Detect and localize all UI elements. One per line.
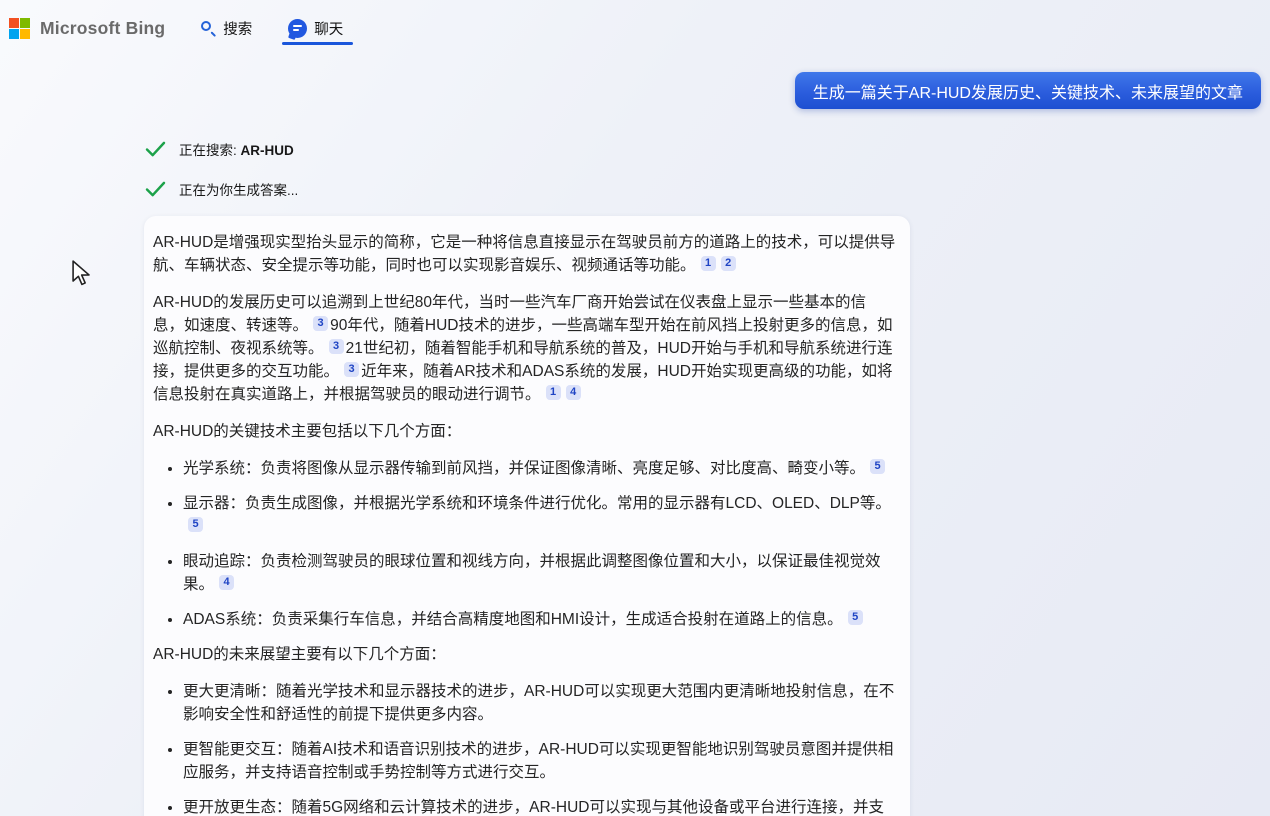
brand-label: Microsoft Bing — [40, 18, 165, 39]
mouse-cursor — [70, 260, 92, 286]
citation-badge[interactable]: 4 — [566, 385, 581, 400]
answer-list: 光学系统：负责将图像从显示器传输到前风挡，并保证图像清晰、亮度足够、对比度高、畸… — [153, 457, 896, 631]
citation-badge[interactable]: 3 — [329, 339, 344, 354]
status-text: 正在搜索: AR-HUD — [179, 139, 294, 159]
citation-badge[interactable]: 4 — [219, 575, 234, 590]
status-text: 正在为你生成答案... — [179, 179, 298, 199]
answer-paragraph: AR-HUD的发展历史可以追溯到上世纪80年代，当时一些汽车厂商开始尝试在仪表盘… — [153, 291, 896, 406]
answer-list-item: 光学系统：负责将图像从显示器传输到前风挡，并保证图像清晰、亮度足够、对比度高、畸… — [183, 457, 896, 480]
search-icon — [201, 21, 216, 36]
answer-list-item: 更智能更交互：随着AI技术和语音识别技术的进步，AR-HUD可以实现更智能地识别… — [183, 738, 896, 784]
citation-badge[interactable]: 5 — [188, 517, 203, 532]
status-generating: 正在为你生成答案... — [145, 179, 298, 199]
tab-chat-label: 聊天 — [314, 18, 343, 39]
citation-badge[interactable]: 5 — [870, 459, 885, 474]
answer-text: 眼动追踪：负责检测驾驶员的眼球位置和视线方向，并根据此调整图像位置和大小，以保证… — [183, 553, 881, 593]
answer-text: AR-HUD是增强现实型抬头显示的简称，它是一种将信息直接显示在驾驶员前方的道路… — [153, 234, 895, 274]
answer-list-item: 更开放更生态：随着5G网络和云计算技术的进步，AR-HUD可以实现与其他设备或平… — [183, 796, 896, 816]
check-icon — [145, 141, 166, 158]
answer-text: 更大更清晰：随着光学技术和显示器技术的进步，AR-HUD可以实现更大范围内更清晰… — [183, 683, 894, 723]
answer-list: 更大更清晰：随着光学技术和显示器技术的进步，AR-HUD可以实现更大范围内更清晰… — [153, 680, 896, 816]
answer-text: AR-HUD的关键技术主要包括以下几个方面： — [153, 423, 461, 440]
tab-chat[interactable]: 聊天 — [284, 0, 347, 56]
answer-list-item: 更大更清晰：随着光学技术和显示器技术的进步，AR-HUD可以实现更大范围内更清晰… — [183, 680, 896, 726]
citation-badge[interactable]: 2 — [721, 256, 736, 271]
tab-bar: 搜索 聊天 — [197, 0, 347, 56]
citation-badge[interactable]: 1 — [546, 385, 561, 400]
chat-bubble-icon — [288, 19, 307, 38]
tab-search[interactable]: 搜索 — [197, 0, 256, 56]
user-message-bubble: 生成一篇关于AR-HUD发展历史、关键技术、未来展望的文章 — [795, 72, 1261, 109]
answer-paragraph: AR-HUD是增强现实型抬头显示的简称，它是一种将信息直接显示在驾驶员前方的道路… — [153, 231, 896, 277]
answer-text: 显示器：负责生成图像，并根据光学系统和环境条件进行优化。常用的显示器有LCD、O… — [183, 495, 891, 512]
bing-logo[interactable]: Microsoft Bing — [9, 18, 165, 39]
citation-badge[interactable]: 1 — [701, 256, 716, 271]
top-bar: Microsoft Bing 搜索 聊天 — [0, 0, 1270, 56]
answer-text: AR-HUD的未来展望主要有以下几个方面： — [153, 646, 446, 663]
status-searching: 正在搜索: AR-HUD — [145, 139, 294, 159]
check-icon — [145, 181, 166, 198]
microsoft-logo-icon — [9, 18, 30, 39]
answer-paragraph: AR-HUD的关键技术主要包括以下几个方面： — [153, 420, 896, 443]
citation-badge[interactable]: 3 — [313, 316, 328, 331]
citation-badge[interactable]: 5 — [848, 610, 863, 625]
answer-text: ADAS系统：负责采集行车信息，并结合高精度地图和HMI设计，生成适合投射在道路… — [183, 611, 843, 628]
answer-list-item: 眼动追踪：负责检测驾驶员的眼球位置和视线方向，并根据此调整图像位置和大小，以保证… — [183, 550, 896, 596]
tab-search-label: 搜索 — [223, 18, 252, 39]
answer-text: 光学系统：负责将图像从显示器传输到前风挡，并保证图像清晰、亮度足够、对比度高、畸… — [183, 460, 865, 477]
answer-card: AR-HUD是增强现实型抬头显示的简称，它是一种将信息直接显示在驾驶员前方的道路… — [144, 216, 910, 816]
active-tab-underline — [282, 42, 353, 46]
bing-chat-page: { "header": { "brand": "Microsoft Bing",… — [0, 0, 1270, 816]
user-message-text: 生成一篇关于AR-HUD发展历史、关键技术、未来展望的文章 — [813, 79, 1243, 103]
answer-paragraph: AR-HUD的未来展望主要有以下几个方面： — [153, 643, 896, 666]
answer-text: 更开放更生态：随着5G网络和云计算技术的进步，AR-HUD可以实现与其他设备或平… — [183, 799, 884, 816]
citation-badge[interactable]: 3 — [344, 362, 359, 377]
answer-list-item: 显示器：负责生成图像，并根据光学系统和环境条件进行优化。常用的显示器有LCD、O… — [183, 492, 896, 538]
answer-list-item: ADAS系统：负责采集行车信息，并结合高精度地图和HMI设计，生成适合投射在道路… — [183, 608, 896, 631]
answer-text: 更智能更交互：随着AI技术和语音识别技术的进步，AR-HUD可以实现更智能地识别… — [183, 741, 893, 781]
